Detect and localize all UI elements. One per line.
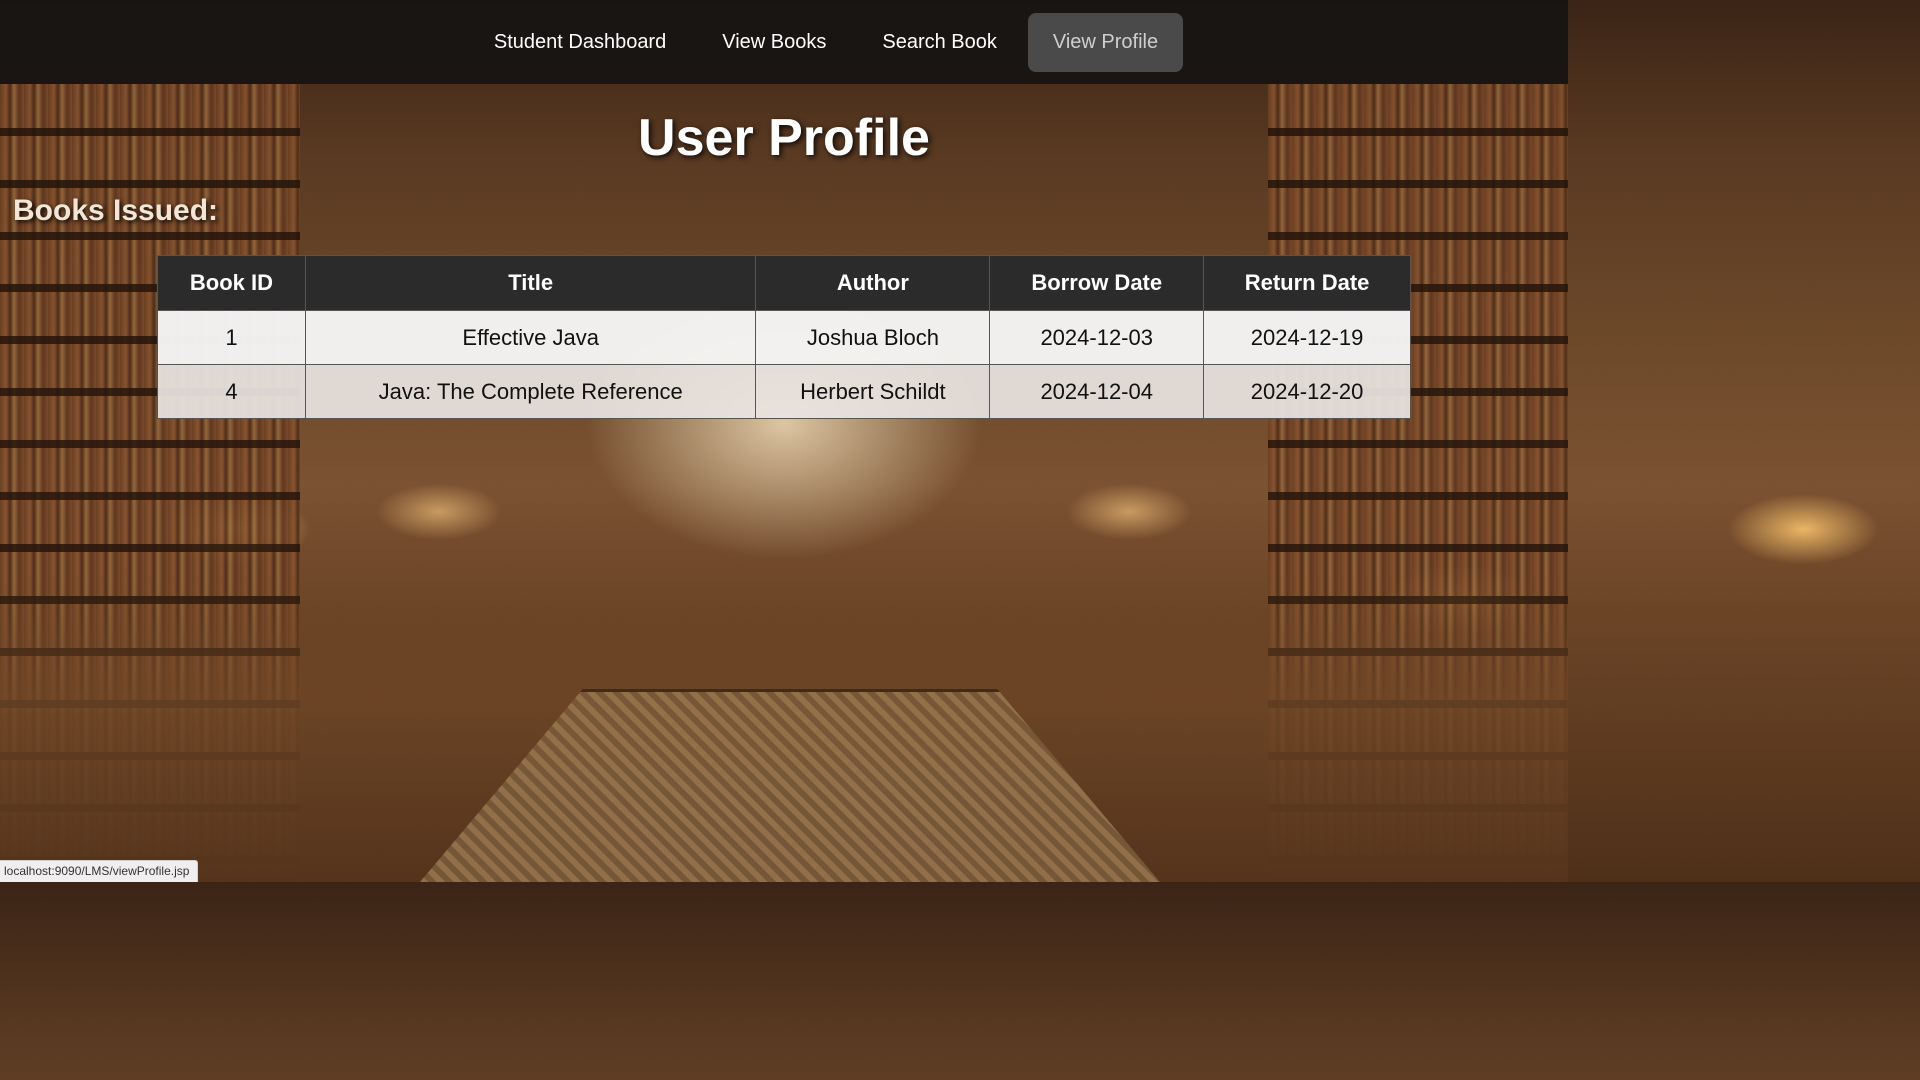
header-title: Title [304, 255, 757, 311]
nav-view-profile[interactable]: View Profile [1027, 12, 1184, 72]
page-title: User Profile [638, 109, 930, 167]
top-navigation-bar: Student Dashboard View Books Search Book… [0, 0, 1568, 84]
nav-view-books[interactable]: View Books [697, 15, 851, 70]
nav-links: Student Dashboard View Books Search Book… [466, 12, 1186, 72]
cell-author: Joshua Bloch [755, 310, 991, 365]
cell-title: Effective Java [304, 310, 757, 365]
cell-book-id: 1 [157, 310, 306, 365]
books-issued-table: Book ID Title Author Borrow Date Return … [157, 255, 1411, 419]
header-author: Author [755, 255, 991, 311]
cell-borrow-date: 2024-12-04 [989, 364, 1205, 419]
cell-book-id: 4 [157, 364, 306, 419]
cell-title: Java: The Complete Reference [304, 364, 757, 419]
cell-author: Herbert Schildt [755, 364, 991, 419]
header-borrow-date: Borrow Date [989, 255, 1205, 311]
table-header-row: Book ID Title Author Borrow Date Return … [157, 255, 1411, 311]
status-bar-url: localhost:9090/LMS/viewProfile.jsp [0, 860, 199, 882]
cell-borrow-date: 2024-12-03 [989, 310, 1205, 365]
cell-return-date: 2024-12-20 [1203, 364, 1411, 419]
cell-return-date: 2024-12-19 [1203, 310, 1411, 365]
books-issued-heading: Books Issued: [13, 194, 219, 227]
header-return-date: Return Date [1203, 255, 1411, 311]
header-book-id: Book ID [157, 255, 306, 311]
table-row: 1 Effective Java Joshua Bloch 2024-12-03… [157, 310, 1411, 365]
nav-student-dashboard[interactable]: Student Dashboard [469, 15, 691, 70]
table-row: 4 Java: The Complete Reference Herbert S… [157, 364, 1411, 419]
nav-search-book[interactable]: Search Book [857, 15, 1022, 70]
